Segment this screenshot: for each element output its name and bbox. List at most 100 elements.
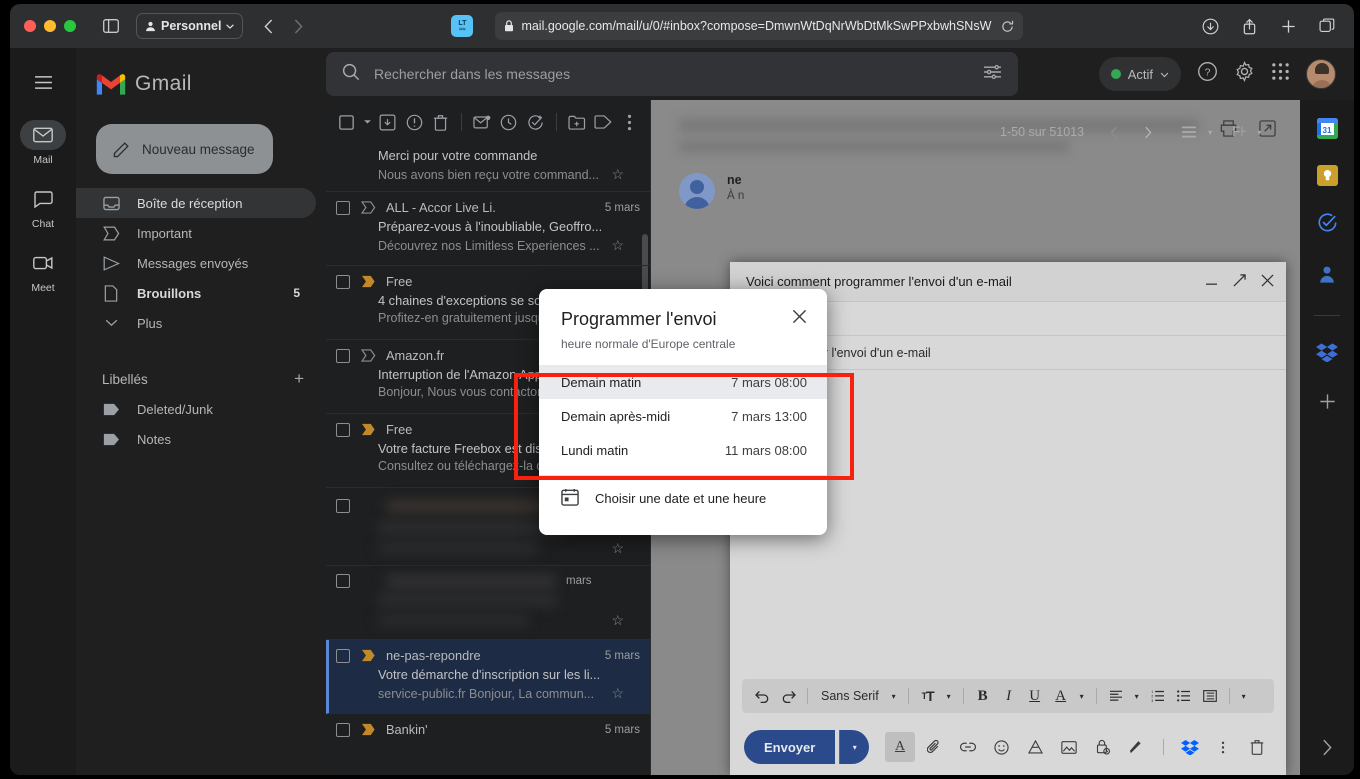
checkbox-icon[interactable] [336, 422, 350, 437]
google-tasks-icon[interactable] [1317, 212, 1338, 238]
chevron-down-icon[interactable]: ▾ [1208, 128, 1212, 137]
checkbox-icon[interactable] [336, 648, 350, 663]
sidebar-item-label-deleted-junk[interactable]: Deleted/Junk [76, 394, 316, 424]
star-icon[interactable]: ☆ [611, 540, 624, 557]
address-bar[interactable]: mail.google.com/mail/u/0/#inbox?compose=… [495, 12, 1024, 40]
new-tab-icon[interactable] [1275, 14, 1301, 38]
checkbox-icon[interactable] [336, 722, 350, 737]
extension-icon[interactable]: LT ≈≈ [451, 15, 474, 37]
chevron-down-icon[interactable]: ▾ [1075, 684, 1089, 708]
search-input[interactable]: Rechercher dans les messages [374, 66, 969, 82]
format-text-icon[interactable]: A [885, 732, 915, 762]
rail-item-chat[interactable]: Chat [15, 184, 71, 230]
gear-icon[interactable] [1234, 61, 1255, 87]
hamburger-icon[interactable] [23, 62, 63, 102]
add-addon-icon[interactable] [1319, 393, 1336, 415]
important-marker-icon[interactable] [360, 723, 376, 736]
google-keep-icon[interactable] [1316, 165, 1338, 186]
list-item[interactable]: ALL - Accor Live Li. 5 mars Préparez-vou… [326, 192, 650, 266]
download-icon[interactable] [1197, 14, 1223, 38]
expand-side-panel-icon[interactable] [1322, 739, 1333, 759]
font-size-button[interactable]: TT [916, 684, 940, 708]
close-icon[interactable] [1261, 273, 1274, 290]
expand-icon[interactable] [1233, 273, 1246, 290]
pagination-prev-icon[interactable] [1100, 118, 1128, 146]
important-marker-icon[interactable] [360, 201, 376, 214]
compose-window-controls[interactable] [1205, 273, 1274, 290]
sidebar-toggle-icon[interactable] [98, 14, 124, 38]
underline-button[interactable]: U [1023, 684, 1047, 708]
important-marker-icon[interactable] [360, 349, 376, 362]
checkbox-icon[interactable] [336, 574, 350, 588]
sidebar-item-drafts[interactable]: Brouillons 5 [76, 278, 316, 308]
google-contacts-icon[interactable] [1317, 264, 1337, 289]
compose-button[interactable]: Nouveau message [96, 124, 273, 174]
checkbox-icon[interactable] [336, 499, 350, 513]
navigation-arrows[interactable] [255, 14, 311, 38]
star-icon[interactable]: ☆ [611, 237, 624, 254]
forward-button[interactable] [285, 14, 311, 38]
add-to-tasks-icon[interactable] [523, 107, 548, 137]
redo-icon[interactable] [776, 684, 800, 708]
mark-unread-icon[interactable] [470, 107, 495, 137]
italic-button[interactable]: I [997, 684, 1021, 708]
rail-item-mail[interactable]: Mail [15, 120, 71, 166]
browser-actions[interactable] [1197, 14, 1340, 38]
emoji-icon[interactable] [987, 732, 1017, 762]
list-item[interactable]: Bankin' 5 mars [326, 714, 650, 775]
insert-image-icon[interactable] [1054, 732, 1084, 762]
create-label-icon[interactable]: + [294, 369, 304, 389]
important-marker-icon[interactable] [360, 423, 376, 436]
important-marker-icon[interactable] [360, 275, 376, 288]
important-marker-icon[interactable] [360, 649, 376, 662]
bold-button[interactable]: B [971, 684, 995, 708]
help-icon[interactable]: ? [1197, 61, 1218, 87]
profile-selector[interactable]: Personnel [136, 13, 244, 39]
indent-icon[interactable] [1198, 684, 1222, 708]
send-options-caret-icon[interactable]: ▾ [839, 730, 870, 764]
text-color-button[interactable]: A [1049, 684, 1073, 708]
close-icon[interactable] [792, 309, 807, 328]
select-all-checkbox[interactable] [334, 107, 359, 137]
tune-icon[interactable] [983, 64, 1002, 85]
snooze-clock-icon[interactable] [497, 107, 522, 137]
maximize-window-button[interactable] [64, 20, 76, 32]
open-in-new-icon[interactable] [1259, 120, 1276, 142]
checkbox-icon[interactable] [336, 348, 350, 363]
paperclip-icon[interactable] [919, 732, 949, 762]
more-vertical-icon[interactable] [1208, 732, 1238, 762]
schedule-option-tomorrow-morning[interactable]: Demain matin 7 mars 08:00 [539, 365, 827, 399]
tab-overview-icon[interactable] [1314, 14, 1340, 38]
chevron-down-icon[interactable]: ▾ [1237, 684, 1251, 708]
star-icon[interactable]: ☆ [611, 685, 624, 702]
trash-icon[interactable] [429, 107, 454, 137]
checkbox-icon[interactable] [336, 274, 350, 289]
bullet-list-icon[interactable] [1172, 684, 1196, 708]
more-vertical-icon[interactable] [617, 107, 642, 137]
schedule-pick-custom[interactable]: Choisir une date et une heure [539, 476, 827, 520]
undo-icon[interactable] [750, 684, 774, 708]
close-window-button[interactable] [24, 20, 36, 32]
star-icon[interactable]: ☆ [611, 166, 624, 183]
rail-item-meet[interactable]: Meet [15, 248, 71, 294]
input-tools-icon[interactable]: F⊦ [1232, 124, 1247, 140]
send-button[interactable]: Envoyer [744, 730, 836, 764]
link-icon[interactable] [953, 732, 983, 762]
chevron-down-icon[interactable]: ▾ [942, 684, 956, 708]
chevron-down-icon[interactable]: ▾ [1130, 684, 1144, 708]
discard-draft-icon[interactable] [1242, 732, 1272, 762]
sidebar-item-inbox[interactable]: Boîte de réception [76, 188, 316, 218]
list-item[interactable]: Merci pour votre commande Nous avons bie… [326, 144, 650, 192]
dropbox-icon[interactable] [1175, 732, 1205, 762]
align-left-icon[interactable] [1104, 684, 1128, 708]
sidebar-item-sent[interactable]: Messages envoyés [76, 248, 316, 278]
confidential-mode-icon[interactable] [1088, 732, 1118, 762]
back-button[interactable] [255, 14, 281, 38]
pagination-next-icon[interactable] [1134, 118, 1162, 146]
select-all-caret-icon[interactable] [361, 107, 374, 137]
checkbox-icon[interactable] [336, 200, 350, 215]
list-density-icon[interactable] [1176, 119, 1202, 145]
signature-pen-icon[interactable] [1122, 732, 1152, 762]
sidebar-item-more[interactable]: Plus [76, 308, 316, 338]
search-bar[interactable]: Rechercher dans les messages [326, 52, 1018, 96]
